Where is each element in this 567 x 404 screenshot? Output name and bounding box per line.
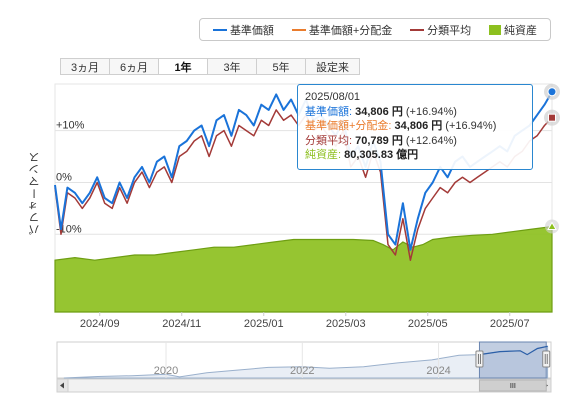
y-axis-title: パフォーマンス	[27, 148, 43, 238]
navigator[interactable]: 2020 2022 2024	[56, 341, 552, 379]
navigator-selection	[478, 341, 547, 379]
legend-item-category-avg[interactable]: 分類平均	[410, 22, 471, 38]
legend: 基準価額 基準価額+分配金 分類平均 純資産	[199, 18, 551, 41]
range-selector: 3ヵ月 6ヵ月 1年 3年 5年 設定来	[60, 58, 360, 75]
legend-label-net-assets: 純資産	[504, 24, 538, 37]
range-button-1y[interactable]: 1年	[158, 58, 208, 75]
tooltip-row-net-assets: 純資産: 80,305.83 億円	[305, 148, 525, 163]
tooltip-date: 2025/08/01	[305, 91, 361, 103]
marker-nav	[547, 87, 557, 97]
navigator-handle-left	[475, 350, 484, 368]
x-tick-label: 2025/05	[408, 318, 448, 330]
range-button-since-inception[interactable]: 設定来	[305, 58, 360, 75]
tooltip-change: (+16.94%)	[442, 120, 497, 132]
navigator-year-label: 2022	[290, 365, 314, 377]
legend-swatch-nav-plus-dist	[291, 28, 306, 31]
tooltip-label: 基準価額:	[305, 105, 356, 118]
legend-swatch-nav	[212, 28, 227, 31]
tooltip-label: 純資産:	[305, 149, 345, 161]
range-button-3y[interactable]: 3年	[207, 58, 257, 75]
y-tick-label: 0%	[56, 171, 72, 183]
navigator-handle-right	[542, 350, 551, 368]
tooltip-value: 34,806 円	[355, 105, 403, 118]
x-tick-label: 2024/11	[162, 318, 201, 330]
legend-item-net-assets[interactable]: 純資産	[489, 22, 537, 38]
tooltip-row-nav: 基準価額: 34,806 円 (+16.94%)	[305, 105, 525, 120]
tooltip-row-category-avg: 分類平均: 70,789 円 (+12.64%)	[305, 134, 525, 149]
legend-swatch-category-avg	[410, 28, 425, 31]
legend-swatch-net-assets	[489, 24, 502, 35]
legend-item-nav[interactable]: 基準価額	[212, 22, 274, 38]
tooltip-label: 分類平均:	[305, 134, 356, 147]
tooltip-change: (+12.64%)	[402, 134, 457, 147]
range-button-6m[interactable]: 6ヵ月	[109, 58, 159, 75]
legend-item-nav-plus-dist[interactable]: 基準価額+分配金	[291, 22, 393, 38]
tooltip-label: 基準価額+分配金:	[305, 120, 395, 132]
legend-label-nav: 基準価額	[229, 24, 274, 37]
legend-label-nav-plus-dist: 基準価額+分配金	[308, 24, 393, 37]
x-tick-label: 2025/03	[326, 318, 366, 330]
x-tick-label: 2025/01	[244, 318, 284, 330]
tooltip-value: 80,305.83 億円	[344, 149, 419, 161]
y-axis-title-text: パフォーマンス	[29, 151, 41, 235]
navigator-year-label: 2020	[154, 365, 178, 377]
legend-label-category-avg: 分類平均	[427, 24, 472, 37]
scrollbar-track	[56, 378, 552, 393]
tooltip: 2025/08/01 基準価額: 34,806 円 (+16.94%) 基準価額…	[297, 84, 533, 170]
range-button-5y[interactable]: 5年	[256, 58, 306, 75]
tooltip-change: (+16.94%)	[402, 105, 457, 118]
x-tick-label: 2025/07	[490, 318, 530, 330]
range-button-3m[interactable]: 3ヵ月	[60, 58, 110, 75]
x-tick-labels: 2024/09 2024/11 2025/01 2025/03 2025/05 2025/…	[80, 312, 530, 330]
tooltip-value: 70,789 円	[355, 134, 403, 147]
navigator-year-label: 2024	[426, 365, 450, 377]
y-tick-label: +10%	[56, 120, 85, 132]
x-tick-label: 2024/09	[80, 318, 120, 330]
tooltip-value: 34,806 円	[394, 120, 443, 132]
marker-category-avg	[548, 113, 556, 122]
scrollbar[interactable]	[56, 378, 552, 393]
tooltip-row-nav-plus-dist: 基準価額+分配金: 34,806 円 (+16.94%)	[305, 119, 525, 134]
